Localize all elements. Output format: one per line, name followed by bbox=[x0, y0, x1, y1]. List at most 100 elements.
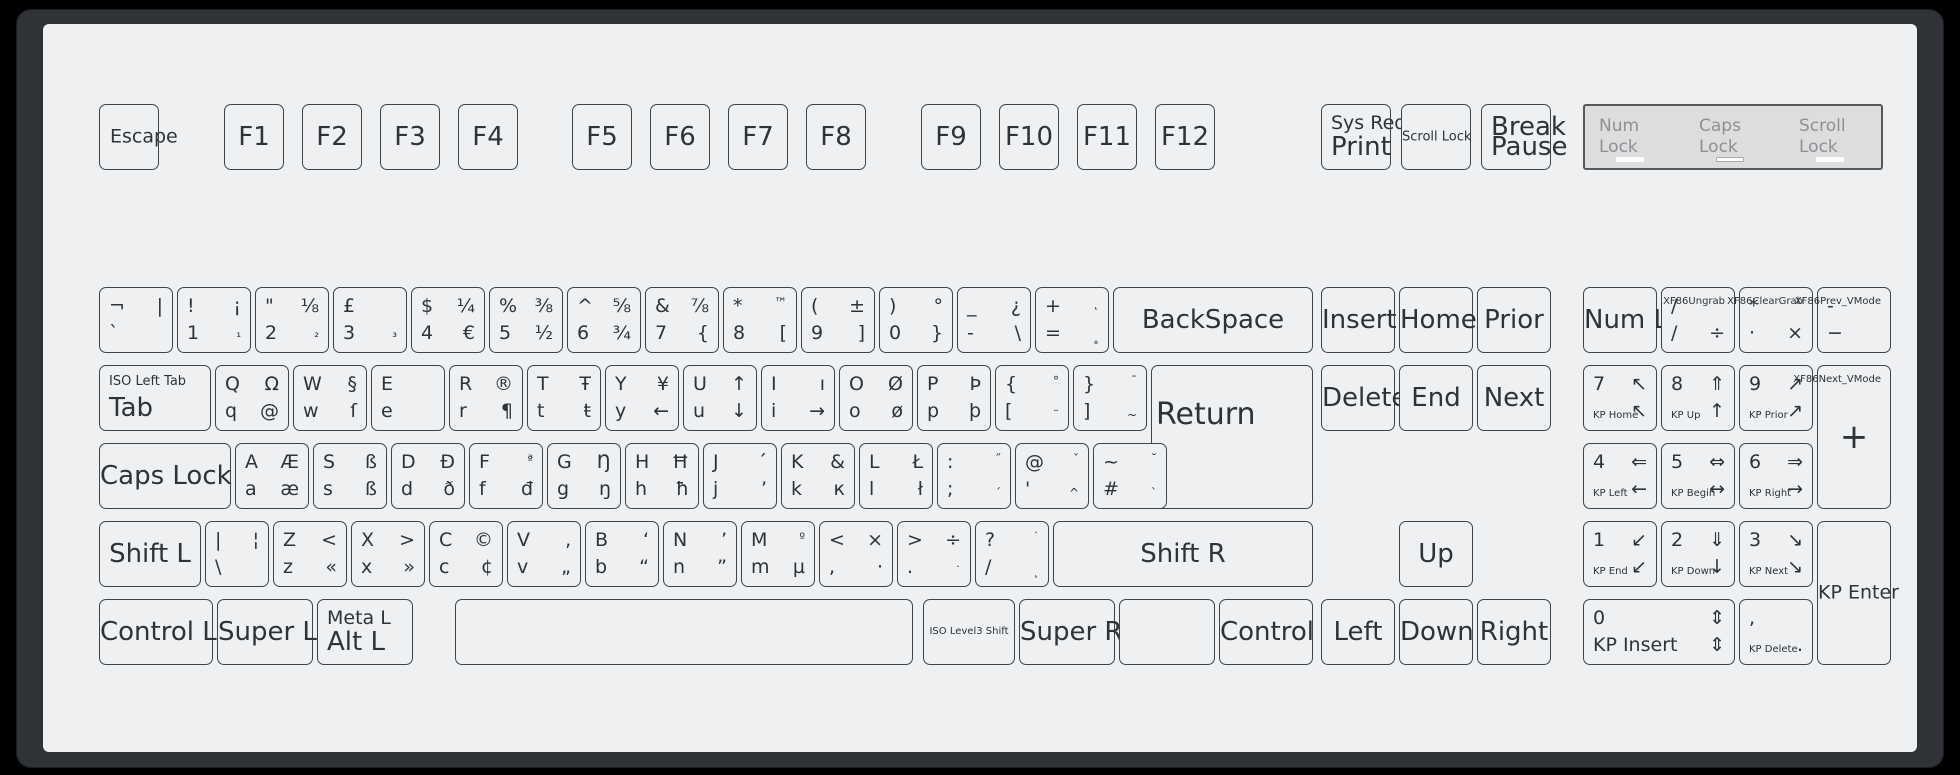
key-kp-6[interactable]: 6 ⇒ KP Right → bbox=[1739, 443, 1813, 509]
key-scroll-lock[interactable]: Scroll Lock bbox=[1401, 104, 1471, 170]
key-arrow-left[interactable]: Left bbox=[1321, 599, 1395, 665]
key-bracketright[interactable]: } ¯ ] ~ bbox=[1073, 365, 1147, 431]
key-a[interactable]: A Æ a æ bbox=[235, 443, 309, 509]
key-alt-left[interactable]: Meta L Alt L bbox=[317, 599, 413, 665]
key-b[interactable]: B ‘ b “ bbox=[585, 521, 659, 587]
key-super-right[interactable]: Super R bbox=[1019, 599, 1115, 665]
key-pause[interactable]: Break Pause bbox=[1481, 104, 1551, 170]
key-f12[interactable]: F12 bbox=[1155, 104, 1215, 170]
key-r[interactable]: R ® r ¶ bbox=[449, 365, 523, 431]
key-n[interactable]: N ’ n ” bbox=[663, 521, 737, 587]
key-p[interactable]: P Þ p þ bbox=[917, 365, 991, 431]
key-7[interactable]: & ⅞ 7 { bbox=[645, 287, 719, 353]
key-u[interactable]: U ↑ u ↓ bbox=[683, 365, 757, 431]
key-bracketleft[interactable]: { ° [ ¨ bbox=[995, 365, 1069, 431]
key-6[interactable]: ^ ⅝ 6 ¾ bbox=[567, 287, 641, 353]
key-z[interactable]: Z < z « bbox=[273, 521, 347, 587]
key-super-left[interactable]: Super L bbox=[217, 599, 313, 665]
key-h[interactable]: H Ħ h ħ bbox=[625, 443, 699, 509]
key-return[interactable]: Return bbox=[1151, 365, 1313, 509]
key-g[interactable]: G Ŋ g ŋ bbox=[547, 443, 621, 509]
key-0[interactable]: ) ° 0 } bbox=[879, 287, 953, 353]
key-minus[interactable]: _ ¿ - \ bbox=[957, 287, 1031, 353]
key-kp-8[interactable]: 8 ⇑ KP Up ↑ bbox=[1661, 365, 1735, 431]
key-altgr[interactable]: ISO Level3 Shift bbox=[923, 599, 1015, 665]
key-f7[interactable]: F7 bbox=[728, 104, 788, 170]
key-o[interactable]: O Ø o ø bbox=[839, 365, 913, 431]
key-comma[interactable]: < × , · bbox=[819, 521, 893, 587]
key-backspace[interactable]: BackSpace bbox=[1113, 287, 1313, 353]
key-escape[interactable]: Escape bbox=[99, 104, 159, 170]
key-f9[interactable]: F9 bbox=[921, 104, 981, 170]
key-delete[interactable]: Delete bbox=[1321, 365, 1395, 431]
key-menu[interactable] bbox=[1119, 599, 1215, 665]
key-8[interactable]: * ™ 8 [ bbox=[723, 287, 797, 353]
key-q[interactable]: Q Ω q @ bbox=[215, 365, 289, 431]
key-l[interactable]: L Ł l ł bbox=[859, 443, 933, 509]
key-kp-decimal[interactable]: , KP Delete . bbox=[1739, 599, 1813, 665]
key-arrow-up[interactable]: Up bbox=[1399, 521, 1473, 587]
key-backslash[interactable]: | ¦ \ bbox=[205, 521, 269, 587]
key-slash[interactable]: ? ˙ / ˛ bbox=[975, 521, 1049, 587]
key-f11[interactable]: F11 bbox=[1077, 104, 1137, 170]
key-print[interactable]: Sys Req Print bbox=[1321, 104, 1391, 170]
key-kp-1[interactable]: 1 ↙ KP End ↙ bbox=[1583, 521, 1657, 587]
key-j[interactable]: J ´ j ’ bbox=[703, 443, 777, 509]
key-1[interactable]: ! ¡ 1 ¹ bbox=[177, 287, 251, 353]
key-kp-7[interactable]: 7 ↖ KP Home ↖ bbox=[1583, 365, 1657, 431]
key-arrow-right[interactable]: Right bbox=[1477, 599, 1551, 665]
key-kp-5[interactable]: 5 ⇔ KP Begin ↔ bbox=[1661, 443, 1735, 509]
key-e[interactable]: E e bbox=[371, 365, 445, 431]
key-insert[interactable]: Insert bbox=[1321, 287, 1395, 353]
key-kp-0[interactable]: 0 ⇕ KP Insert ⇕ bbox=[1583, 599, 1735, 665]
key-kp-2[interactable]: 2 ⇓ KP Down ↓ bbox=[1661, 521, 1735, 587]
key-kp-subtract[interactable]: - XF86Prev_VMode − bbox=[1817, 287, 1891, 353]
key-w[interactable]: W § w ſ bbox=[293, 365, 367, 431]
key-grave[interactable]: ¬ | ` bbox=[99, 287, 173, 353]
key-f1[interactable]: F1 bbox=[224, 104, 284, 170]
key-numbersign[interactable]: ~ ˘ # ` bbox=[1093, 443, 1167, 509]
key-kp-4[interactable]: 4 ⇐ KP Left ← bbox=[1583, 443, 1657, 509]
key-s[interactable]: S ß s ß bbox=[313, 443, 387, 509]
key-5[interactable]: % ⅜ 5 ½ bbox=[489, 287, 563, 353]
key-4[interactable]: $ ¼ 4 € bbox=[411, 287, 485, 353]
key-shift-right[interactable]: Shift R bbox=[1053, 521, 1313, 587]
key-f10[interactable]: F10 bbox=[999, 104, 1059, 170]
key-m[interactable]: M º m µ bbox=[741, 521, 815, 587]
key-f[interactable]: F ª f đ bbox=[469, 443, 543, 509]
key-t[interactable]: T Ŧ t ŧ bbox=[527, 365, 601, 431]
key-f5[interactable]: F5 bbox=[572, 104, 632, 170]
key-3[interactable]: £ 3 ³ bbox=[333, 287, 407, 353]
key-control-right[interactable]: Control R bbox=[1219, 599, 1313, 665]
key-control-left[interactable]: Control L bbox=[99, 599, 213, 665]
key-space[interactable] bbox=[455, 599, 913, 665]
key-semicolon[interactable]: : ˝ ; ´ bbox=[937, 443, 1011, 509]
key-end[interactable]: End bbox=[1399, 365, 1473, 431]
key-v[interactable]: V ‚ v „ bbox=[507, 521, 581, 587]
key-apostrophe[interactable]: @ ˇ ' ^ bbox=[1015, 443, 1089, 509]
key-2[interactable]: " ⅛ 2 ² bbox=[255, 287, 329, 353]
key-d[interactable]: D Đ d ð bbox=[391, 443, 465, 509]
key-num-lock[interactable]: Num Lock bbox=[1583, 287, 1657, 353]
key-k[interactable]: K & k к bbox=[781, 443, 855, 509]
key-c[interactable]: C © c ¢ bbox=[429, 521, 503, 587]
key-kp-enter[interactable]: KP Enter bbox=[1817, 521, 1891, 665]
key-prior[interactable]: Prior bbox=[1477, 287, 1551, 353]
key-kp-3[interactable]: 3 ↘ KP Next ↘ bbox=[1739, 521, 1813, 587]
key-f8[interactable]: F8 bbox=[806, 104, 866, 170]
key-home[interactable]: Home bbox=[1399, 287, 1473, 353]
key-kp-add[interactable]: XF86Next_VMode + bbox=[1817, 365, 1891, 509]
key-y[interactable]: Y ¥ y ← bbox=[605, 365, 679, 431]
key-x[interactable]: X > x » bbox=[351, 521, 425, 587]
key-shift-left[interactable]: Shift L bbox=[99, 521, 201, 587]
key-i[interactable]: I ı i → bbox=[761, 365, 835, 431]
key-tab[interactable]: ISO Left Tab Tab bbox=[99, 365, 211, 431]
key-period[interactable]: > ÷ . ˙ bbox=[897, 521, 971, 587]
key-equal[interactable]: + ˛ = ˳ bbox=[1035, 287, 1109, 353]
key-arrow-down[interactable]: Down bbox=[1399, 599, 1473, 665]
key-kp-divide[interactable]: / XF86Ungrab / ÷ bbox=[1661, 287, 1735, 353]
key-next[interactable]: Next bbox=[1477, 365, 1551, 431]
key-f6[interactable]: F6 bbox=[650, 104, 710, 170]
key-caps-lock[interactable]: Caps Lock bbox=[99, 443, 231, 509]
key-f4[interactable]: F4 bbox=[458, 104, 518, 170]
